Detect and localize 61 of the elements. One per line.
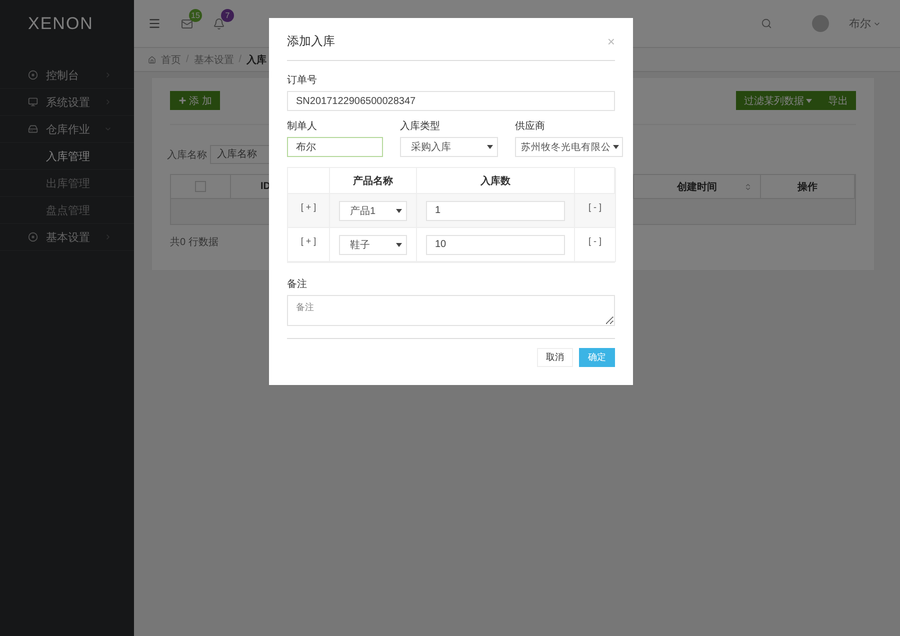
- nav-label: 仓库作业: [46, 122, 91, 136]
- disc-icon: [28, 70, 38, 80]
- search-icon[interactable]: [761, 18, 772, 29]
- type-select[interactable]: 采购入库: [400, 137, 498, 157]
- supplier-select[interactable]: 苏州牧冬光电有限公: [515, 137, 623, 157]
- breadcrumb-separator: /: [186, 54, 189, 65]
- count-badge: 15: [189, 8, 202, 22]
- mail-icon[interactable]: [181, 18, 193, 30]
- chevron-down-icon: [104, 125, 112, 133]
- nav-label: 控制台: [46, 68, 80, 82]
- field-label: 备注: [287, 278, 308, 291]
- nav-label: 系统设置: [46, 96, 91, 110]
- breadcrumb-link[interactable]: 首页: [161, 52, 181, 66]
- checkbox[interactable]: [195, 181, 206, 192]
- user-menu[interactable]: 布尔: [849, 16, 881, 31]
- field-label: 制单人: [287, 120, 318, 133]
- field-label: 入库类型: [400, 120, 441, 133]
- avatar: [812, 15, 829, 32]
- chevron-right-icon: [104, 98, 112, 106]
- monitor-icon: [28, 97, 38, 107]
- nav-item[interactable]: 仓库作业: [0, 116, 134, 143]
- product-select[interactable]: 鞋子: [339, 234, 407, 254]
- breadcrumb-link[interactable]: 基本设置: [194, 52, 234, 66]
- nav-item[interactable]: 基本设置: [0, 224, 134, 251]
- plus-icon: [178, 96, 187, 105]
- breadcrumb-separator: /: [238, 54, 242, 65]
- cancel-button[interactable]: 取消: [537, 348, 573, 367]
- nav-item[interactable]: 控制台: [0, 62, 134, 89]
- remark-field[interactable]: 备注: [287, 295, 615, 326]
- chevron-right-icon: [104, 71, 112, 79]
- export-button[interactable]: 导出: [820, 91, 856, 110]
- nav-item[interactable]: 系统设置: [0, 89, 134, 116]
- logo: XENON: [28, 14, 94, 34]
- bell-icon[interactable]: [213, 18, 225, 30]
- product-select[interactable]: 产品1: [339, 200, 407, 220]
- drive-icon: [28, 124, 38, 134]
- filter-button[interactable]: 过滤某列数据: [736, 91, 820, 110]
- add-row-link[interactable]: [ + ]: [300, 236, 316, 246]
- nav-subitem[interactable]: 入库管理: [0, 143, 134, 170]
- row-count: 共0 行数据: [170, 236, 218, 249]
- add-button[interactable]: 添 加: [170, 91, 220, 110]
- count-badge: 7: [221, 8, 234, 22]
- nav-label: 基本设置: [46, 230, 91, 244]
- remove-row-link[interactable]: [ - ]: [588, 236, 602, 246]
- menu-icon[interactable]: [148, 17, 161, 30]
- chevron-right-icon: [104, 233, 112, 241]
- disc-icon: [28, 232, 38, 242]
- confirm-button[interactable]: 确定: [579, 348, 615, 367]
- order-number-field[interactable]: SN2017122906500028347: [287, 91, 615, 111]
- breadcrumb-link[interactable]: 入库: [246, 52, 267, 66]
- field-label: 供应商: [515, 120, 546, 133]
- home-icon: [148, 56, 156, 64]
- quantity-field[interactable]: 10: [426, 234, 565, 254]
- maker-field[interactable]: 布尔: [287, 137, 383, 157]
- field-label: 订单号: [287, 74, 318, 87]
- sort-icon: [744, 182, 752, 190]
- quantity-field[interactable]: 1: [426, 200, 565, 220]
- dialog-title: 添加入库: [287, 32, 335, 50]
- remove-row-link[interactable]: [ - ]: [588, 202, 602, 212]
- search-label: 入库名称: [167, 148, 207, 162]
- add-row-link[interactable]: [ + ]: [300, 202, 316, 212]
